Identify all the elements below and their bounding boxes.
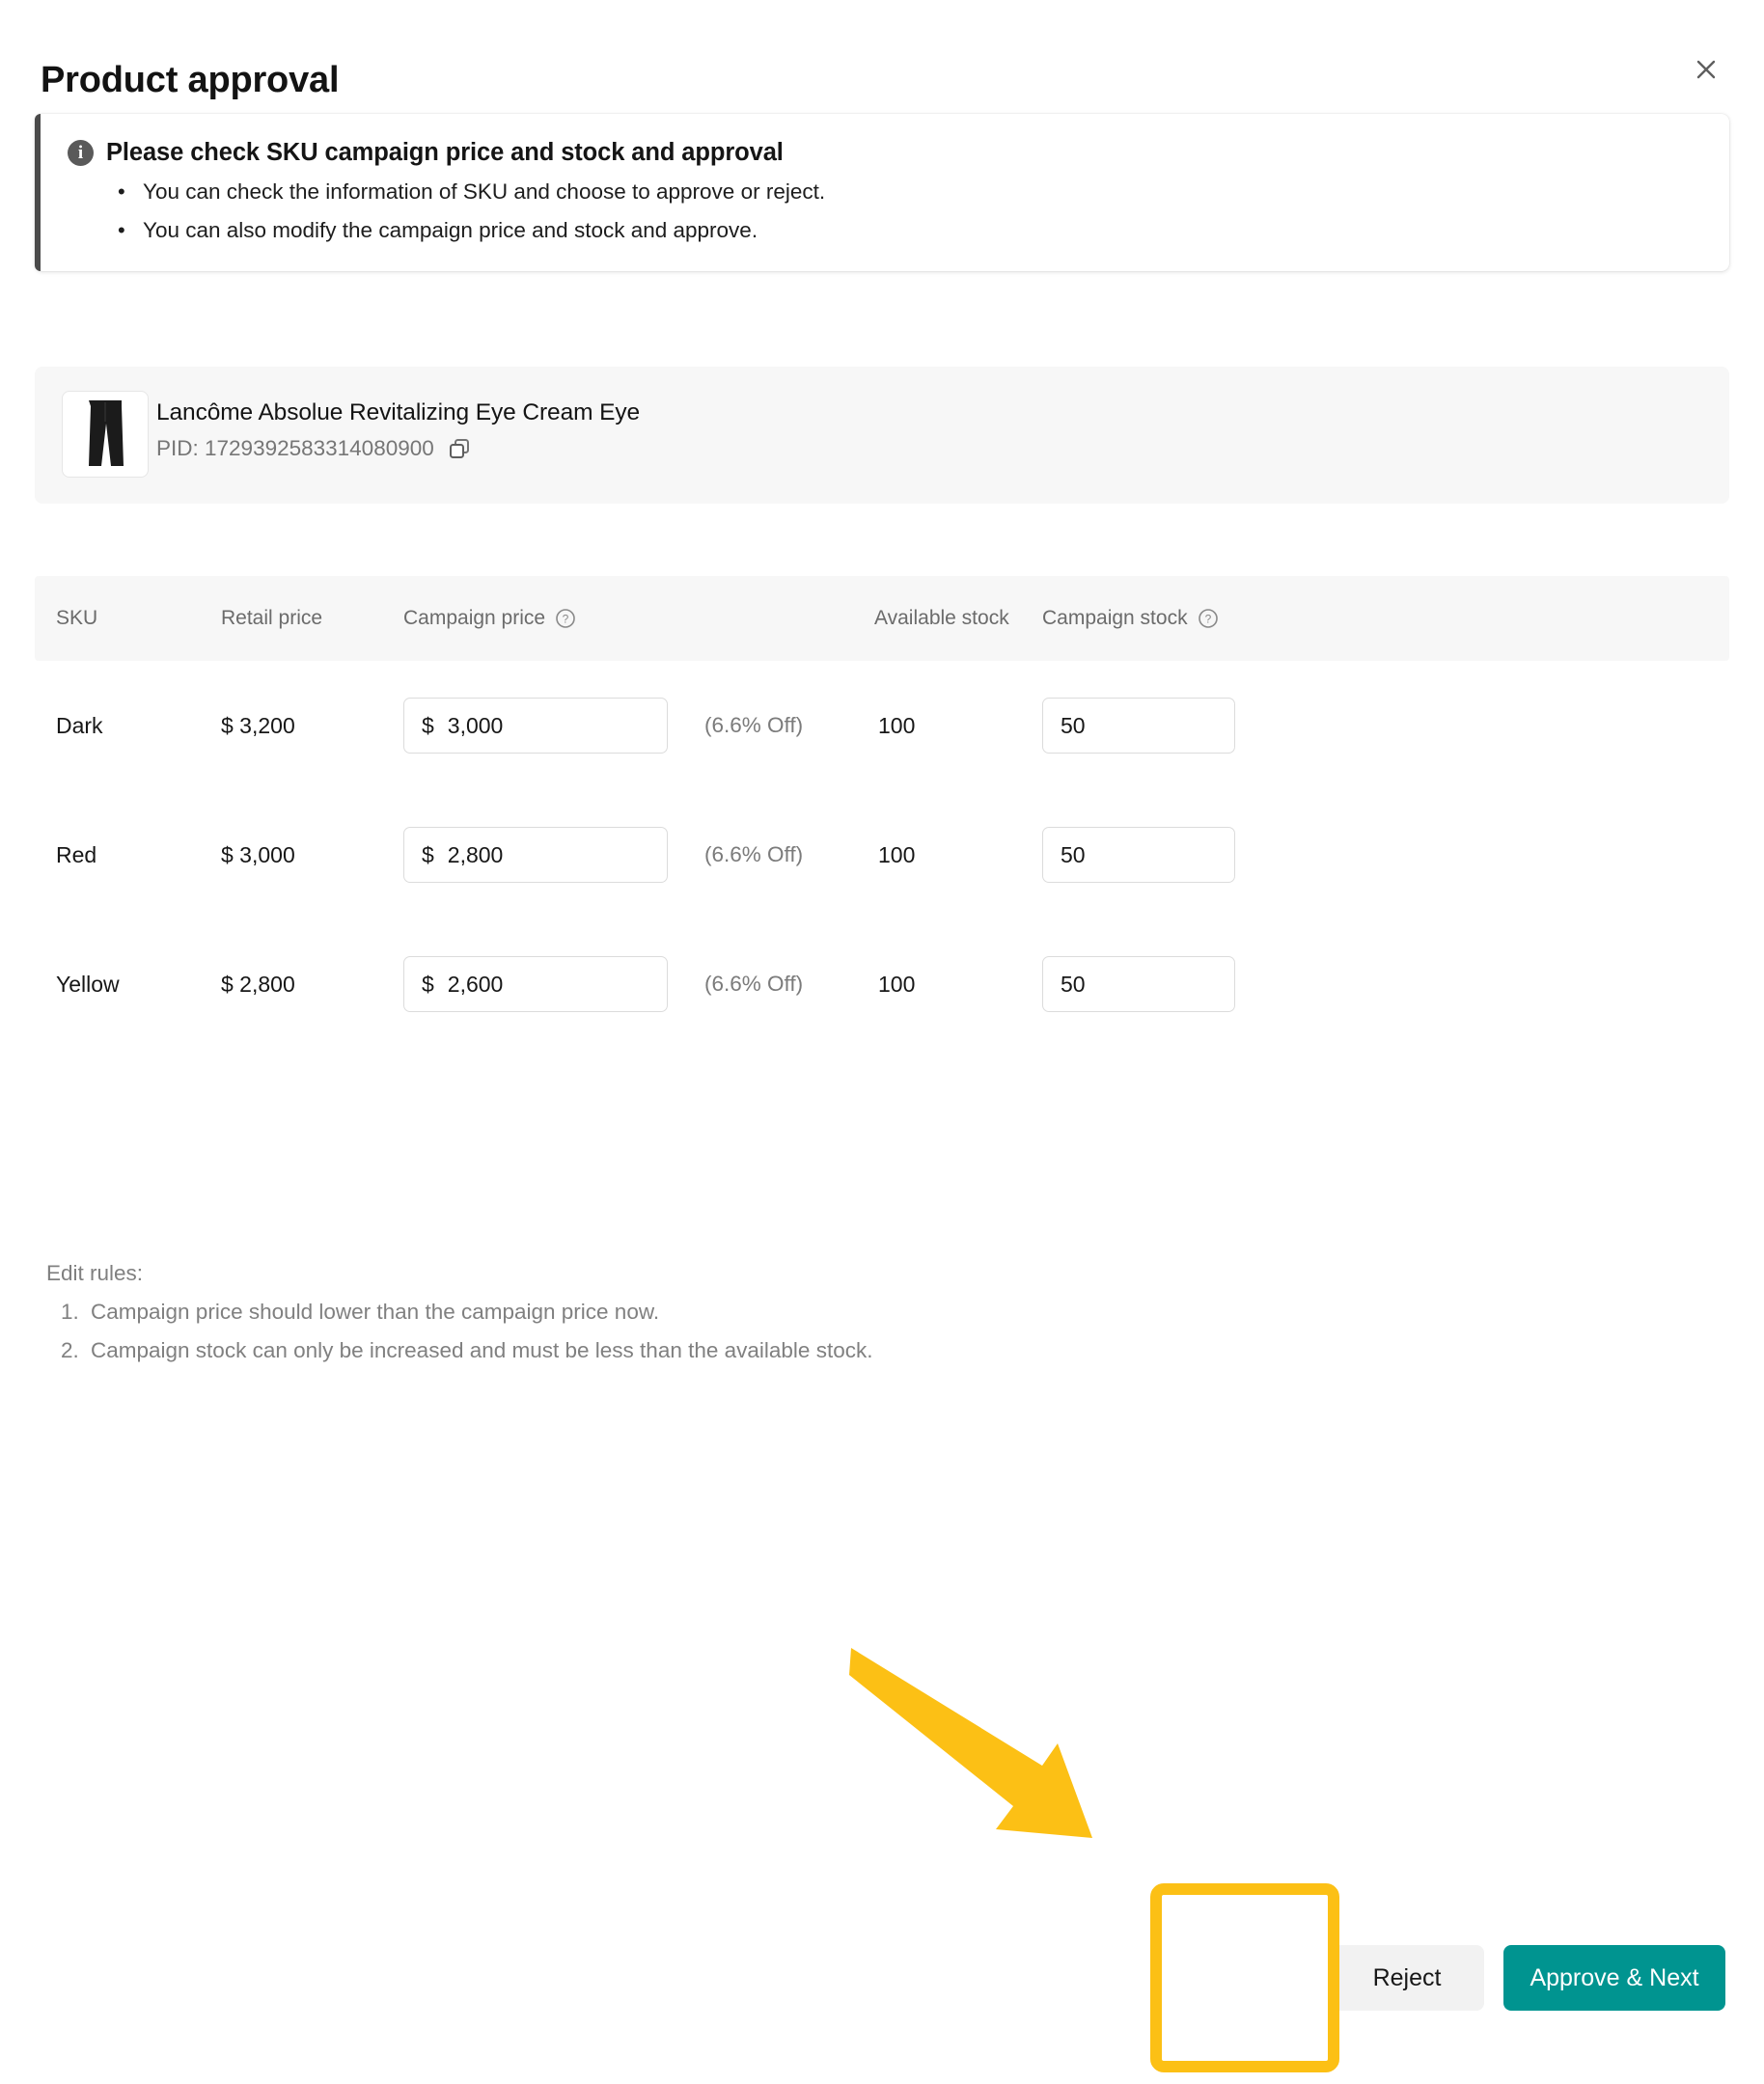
- cell-discount: (6.6% Off): [704, 972, 804, 996]
- info-banner-title: Please check SKU campaign price and stoc…: [106, 139, 784, 166]
- currency-symbol: $: [422, 841, 434, 867]
- edit-rules-title: Edit rules:: [46, 1261, 144, 1285]
- edit-rule-item: Campaign stock can only be increased and…: [85, 1331, 1494, 1370]
- campaign-stock-input[interactable]: 50: [1042, 698, 1235, 754]
- table-header-row: SKU Retail price Campaign price ? Availa…: [35, 576, 1729, 661]
- info-banner-bullet-list: You can check the information of SKU and…: [68, 173, 1702, 250]
- campaign-price-input[interactable]: $ 3,000: [403, 698, 668, 754]
- campaign-price-value: 3,000: [447, 712, 504, 738]
- copy-icon[interactable]: [448, 437, 471, 460]
- campaign-price-input[interactable]: $ 2,600: [403, 956, 668, 1012]
- column-header-campaign-price: Campaign price ?: [403, 576, 576, 661]
- info-banner-title-row: i Please check SKU campaign price and st…: [68, 139, 1702, 167]
- column-header-available-stock: Available stock: [874, 607, 1009, 629]
- cell-campaign-price: $ 3,000: [403, 661, 668, 790]
- info-banner-bullet: You can check the information of SKU and…: [118, 173, 1702, 211]
- product-card: Lancôme Absolue Revitalizing Eye Cream E…: [35, 367, 1729, 504]
- cell-retail-price: $ 3,200: [221, 712, 295, 738]
- currency-symbol: $: [422, 712, 434, 738]
- annotation-highlight-box: [1150, 1883, 1339, 2072]
- info-icon: i: [68, 140, 94, 166]
- cell-discount: (6.6% Off): [704, 713, 804, 737]
- table-row: Dark $ 3,200 $ 3,000 (6.6% Off) 100 50: [35, 661, 1729, 790]
- question-mark-icon[interactable]: ?: [1198, 608, 1219, 629]
- campaign-stock-value: 50: [1061, 841, 1086, 867]
- cell-available-stock: 100: [878, 712, 916, 738]
- cell-retail-price: $ 2,800: [221, 971, 295, 997]
- annotation-arrow-icon: [849, 1640, 1129, 1852]
- cell-campaign-price: $ 2,600: [403, 919, 668, 1049]
- cell-discount: (6.6% Off): [704, 842, 804, 866]
- dialog-header: Product approval: [0, 0, 1764, 125]
- product-pid: PID: 1729392583314080900: [156, 436, 434, 460]
- svg-text:?: ?: [563, 613, 569, 626]
- approve-and-next-button[interactable]: Approve & Next: [1503, 1945, 1725, 2011]
- campaign-price-value: 2,800: [447, 841, 504, 867]
- info-banner: i Please check SKU campaign price and st…: [35, 114, 1729, 271]
- cell-campaign-price: $ 2,800: [403, 790, 668, 919]
- cell-sku: Yellow: [56, 971, 120, 997]
- page-title: Product approval: [41, 60, 340, 100]
- campaign-stock-input[interactable]: 50: [1042, 956, 1235, 1012]
- cell-available-stock: 100: [878, 841, 916, 867]
- cell-campaign-stock: 50: [1042, 661, 1235, 790]
- table-row: Yellow $ 2,800 $ 2,600 (6.6% Off) 100 50: [35, 919, 1729, 1049]
- cell-sku: Dark: [56, 712, 103, 738]
- cell-available-stock: 100: [878, 971, 916, 997]
- column-header-campaign-stock: Campaign stock ?: [1042, 576, 1219, 661]
- campaign-stock-input[interactable]: 50: [1042, 827, 1235, 883]
- column-header-campaign-price-label: Campaign price: [403, 607, 546, 629]
- column-header-campaign-stock-label: Campaign stock: [1042, 607, 1188, 629]
- product-pid-row: PID: 1729392583314080900: [156, 436, 471, 461]
- campaign-price-input[interactable]: $ 2,800: [403, 827, 668, 883]
- svg-text:?: ?: [1204, 613, 1211, 626]
- reject-button[interactable]: Reject: [1330, 1945, 1484, 2011]
- column-header-retail-price: Retail price: [221, 607, 323, 629]
- cell-campaign-stock: 50: [1042, 919, 1235, 1049]
- edit-rules: Edit rules: Campaign price should lower …: [46, 1254, 1494, 1370]
- cell-sku: Red: [56, 841, 97, 867]
- footer-actions: Reject Approve & Next: [1330, 1945, 1725, 2011]
- sku-table: SKU Retail price Campaign price ? Availa…: [35, 576, 1729, 1049]
- currency-symbol: $: [422, 971, 434, 997]
- campaign-stock-value: 50: [1061, 971, 1086, 997]
- cell-retail-price: $ 3,000: [221, 841, 295, 867]
- campaign-stock-value: 50: [1061, 712, 1086, 738]
- product-thumbnail: [62, 391, 149, 478]
- campaign-price-value: 2,600: [447, 971, 504, 997]
- edit-rules-list: Campaign price should lower than the cam…: [46, 1293, 1494, 1370]
- product-name: Lancôme Absolue Revitalizing Eye Cream E…: [156, 399, 641, 425]
- info-banner-bullet: You can also modify the campaign price a…: [118, 211, 1702, 250]
- cell-campaign-stock: 50: [1042, 790, 1235, 919]
- table-row: Red $ 3,000 $ 2,800 (6.6% Off) 100 50: [35, 790, 1729, 919]
- column-header-sku: SKU: [56, 607, 98, 629]
- edit-rule-item: Campaign price should lower than the cam…: [85, 1293, 1494, 1331]
- question-mark-icon[interactable]: ?: [555, 608, 576, 629]
- close-icon[interactable]: [1687, 50, 1725, 89]
